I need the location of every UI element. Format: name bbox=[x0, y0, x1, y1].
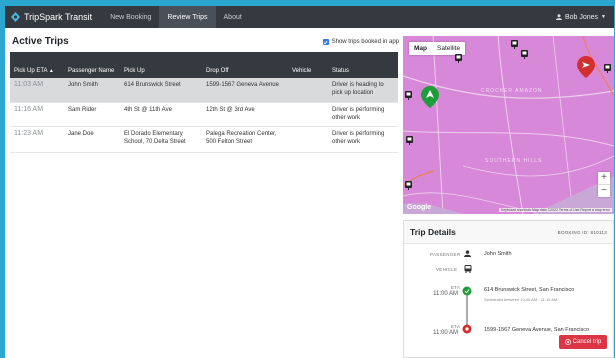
dropoff-address: 1599-1567 Geneva Avenue, San Francisco bbox=[484, 327, 590, 333]
col-pickup-eta[interactable]: Pick Up ETA ▲ bbox=[10, 52, 64, 78]
row-pickup: El Dorado Elementary School, 70 Delta St… bbox=[120, 126, 202, 153]
col-drop-off[interactable]: Drop Off bbox=[202, 52, 288, 78]
route-line bbox=[462, 286, 472, 334]
row-vehicle bbox=[288, 102, 328, 127]
table-row[interactable]: 11:23 AM Jane Doe El Dorado Elementary S… bbox=[10, 126, 398, 153]
booking-id: BOOKING ID: 810113 bbox=[557, 229, 607, 235]
row-vehicle bbox=[288, 78, 328, 103]
cancel-trip-label: Cancel trip bbox=[572, 339, 602, 345]
user-menu[interactable]: Bob Jones ▼ bbox=[555, 13, 614, 21]
row-pickup: 614 Brunswick Street bbox=[120, 78, 202, 103]
passenger-label: PASSENGER bbox=[430, 252, 461, 257]
passenger-name: John Smith bbox=[484, 251, 512, 257]
row-status: Driver is performing other work bbox=[328, 102, 398, 127]
brand-name: TripSpark Transit bbox=[24, 12, 93, 22]
nav-new-booking[interactable]: New Booking bbox=[102, 6, 159, 28]
row-vehicle bbox=[288, 126, 328, 153]
pickup-marker-icon[interactable] bbox=[421, 86, 439, 108]
bus-stop-icon bbox=[405, 91, 412, 100]
bus-icon bbox=[464, 265, 472, 273]
cancel-icon bbox=[564, 339, 571, 345]
page-title: Active Trips bbox=[12, 36, 69, 47]
user-icon bbox=[555, 14, 562, 20]
row-eta: 11:16 AM bbox=[10, 102, 64, 127]
map-label-crocker-amazon: CROCKER AMAZON bbox=[481, 88, 543, 94]
col-passenger-name[interactable]: Passenger Name bbox=[64, 52, 120, 78]
pickup-eta-time: 11:00 AM bbox=[433, 291, 458, 297]
dropoff-eta-time: 11:00 AM bbox=[433, 330, 458, 336]
nav-review-trips[interactable]: Review Trips bbox=[159, 6, 216, 28]
zoom-in-button[interactable]: + bbox=[598, 172, 610, 185]
trip-details-card: Trip Details BOOKING ID: 810113 PASSENGE… bbox=[403, 220, 614, 358]
caret-down-icon: ▼ bbox=[601, 14, 606, 20]
col-vehicle[interactable]: Vehicle bbox=[288, 52, 328, 78]
row-dropoff: Palega Recreation Center, 500 Felton Str… bbox=[202, 126, 288, 153]
person-icon bbox=[464, 250, 471, 257]
bus-stop-icon bbox=[604, 64, 611, 73]
col-pick-up[interactable]: Pick Up bbox=[120, 52, 202, 78]
vehicle-label: VEHICLE bbox=[436, 267, 458, 272]
pickup-window: Scheduled between 10:45 AM - 11:15 AM bbox=[484, 297, 558, 302]
row-passenger: Jane Doe bbox=[64, 126, 120, 153]
brand-logo-icon bbox=[11, 12, 20, 22]
bus-stop-icon bbox=[405, 181, 412, 190]
google-logo: Google bbox=[407, 204, 432, 211]
dropoff-eta-label: ETA bbox=[451, 324, 461, 329]
row-eta: 11:23 AM bbox=[10, 126, 64, 153]
bus-stop-icon bbox=[521, 50, 528, 59]
row-passenger: John Smith bbox=[64, 78, 120, 103]
zoom-out-button[interactable]: − bbox=[598, 185, 610, 197]
col-status[interactable]: Status bbox=[328, 52, 398, 78]
nav-about[interactable]: About bbox=[216, 6, 250, 28]
show-booked-toggle[interactable]: Show trips booked in app bbox=[322, 39, 399, 45]
bus-stop-icon bbox=[511, 40, 518, 49]
map[interactable]: CROCKER AMAZON SOUTHERN HILLS Map Satell… bbox=[403, 36, 614, 214]
row-eta: 11:03 AM bbox=[10, 78, 64, 103]
pickup-address: 614 Brunswick Street, San Francisco bbox=[484, 287, 575, 293]
map-label-southern-hills: SOUTHERN HILLS bbox=[485, 158, 543, 164]
trip-details-title: Trip Details bbox=[410, 227, 456, 237]
trips-table: Pick Up ETA ▲ Passenger Name Pick Up Dro… bbox=[10, 52, 398, 153]
dropoff-marker-icon[interactable] bbox=[577, 56, 595, 78]
app-window: TripSpark Transit New Booking Review Tri… bbox=[5, 6, 614, 358]
tab-map[interactable]: Map bbox=[409, 42, 432, 55]
row-dropoff: 1599-1567 Geneva Avenue bbox=[202, 78, 288, 103]
row-dropoff: 12th St @ 3rd Ave bbox=[202, 102, 288, 127]
navbar: TripSpark Transit New Booking Review Tri… bbox=[5, 6, 614, 28]
row-pickup: 4th St @ 11th Ave bbox=[120, 102, 202, 127]
row-passenger: Sam Rider bbox=[64, 102, 120, 127]
brand[interactable]: TripSpark Transit bbox=[5, 12, 102, 22]
table-row[interactable]: 11:03 AM John Smith 614 Brunswick Street… bbox=[10, 78, 398, 103]
show-booked-label: Show trips booked in app bbox=[331, 39, 399, 45]
row-status: Driver is heading to pick up location bbox=[328, 78, 398, 103]
right-panel: CROCKER AMAZON SOUTHERN HILLS Map Satell… bbox=[403, 28, 614, 358]
check-icon bbox=[323, 40, 328, 44]
zoom-controls: + − bbox=[598, 172, 610, 197]
cancel-trip-button[interactable]: Cancel trip bbox=[559, 335, 607, 349]
checkbox[interactable] bbox=[322, 39, 329, 45]
map-attribution[interactable]: Keyboard shortcuts Map data ©2022 Terms … bbox=[498, 208, 612, 212]
sort-asc-icon: ▲ bbox=[48, 68, 54, 74]
bus-stop-icon bbox=[406, 136, 413, 145]
row-status: Driver is performing other work bbox=[328, 126, 398, 153]
user-name: Bob Jones bbox=[564, 13, 599, 21]
pickup-eta-label: ETA bbox=[451, 285, 461, 290]
table-row[interactable]: 11:16 AM Sam Rider 4th St @ 11th Ave 12t… bbox=[10, 102, 398, 127]
bus-stop-icon bbox=[455, 54, 462, 63]
